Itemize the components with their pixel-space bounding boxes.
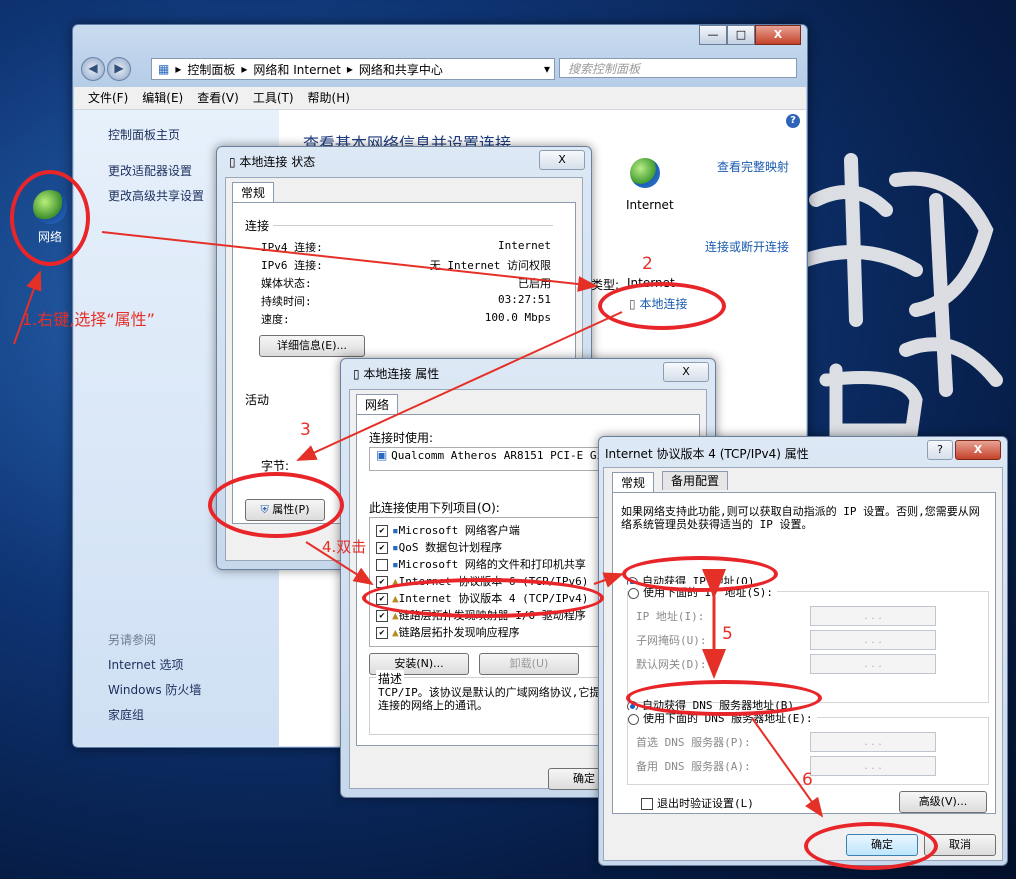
arrow-to-auto-ip xyxy=(593,572,624,588)
annotation-step4: 4.双击 xyxy=(322,538,367,556)
annotation-step6: 6 xyxy=(802,770,813,790)
annotation-step2: 2 xyxy=(642,254,653,274)
arrow-to-local-connection xyxy=(101,231,598,292)
annotation-step1: 1.右键,选择“属性” xyxy=(22,310,155,329)
annotation-arrows xyxy=(13,231,824,818)
annotation-step3: 3 xyxy=(300,420,311,440)
arrow-to-ok xyxy=(751,717,824,818)
arrow-to-properties xyxy=(296,311,623,461)
annotation-step5: 5 xyxy=(722,624,733,644)
